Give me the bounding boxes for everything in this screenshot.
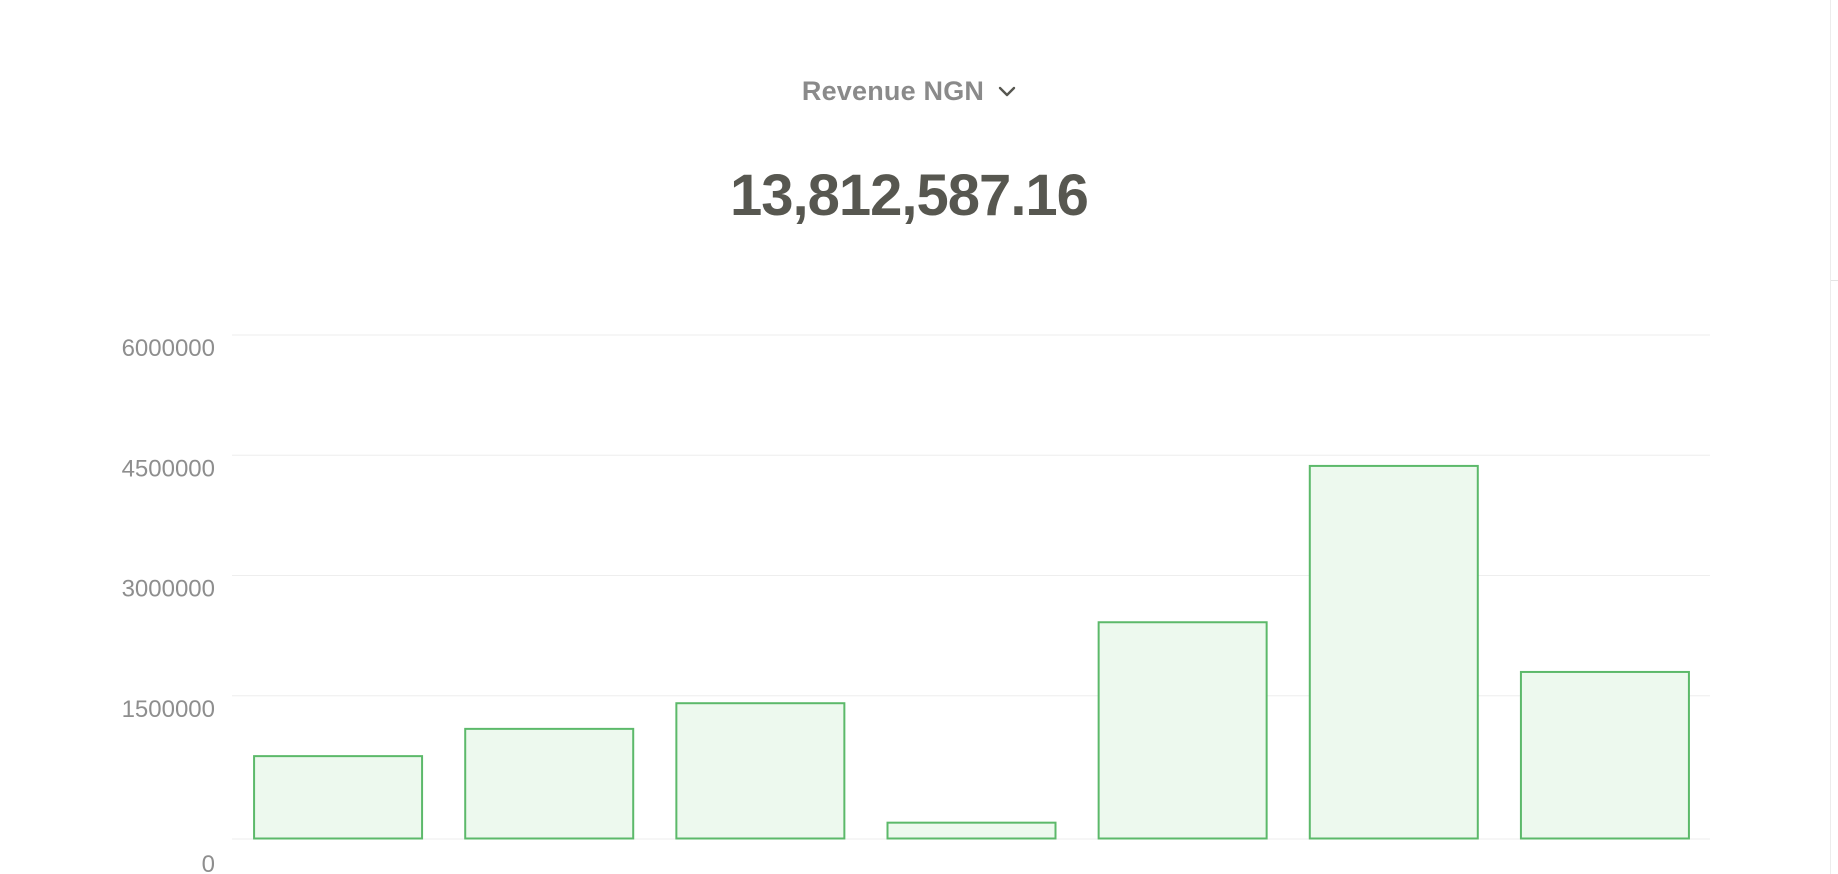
y-tick-label: 0 bbox=[202, 851, 215, 874]
bar bbox=[1519, 670, 1690, 840]
revenue-chart-page: Revenue NGN 13,812,587.16 0 1500000 300000… bbox=[0, 0, 1838, 874]
y-tick-label: 1500000 bbox=[122, 696, 215, 723]
bar bbox=[1097, 621, 1268, 840]
y-tick-label: 4500000 bbox=[122, 455, 215, 482]
panel-divider bbox=[1830, 0, 1831, 874]
bar bbox=[253, 755, 424, 840]
bar-chart: 0 1500000 3000000 4500000 6000000 bbox=[122, 334, 1710, 874]
bar bbox=[1308, 464, 1479, 840]
y-tick-label: 6000000 bbox=[122, 335, 215, 362]
bar bbox=[464, 727, 635, 840]
bar bbox=[675, 702, 846, 840]
panel-divider-tick bbox=[1831, 280, 1838, 281]
bar bbox=[886, 821, 1057, 840]
y-tick-label: 3000000 bbox=[122, 576, 215, 603]
